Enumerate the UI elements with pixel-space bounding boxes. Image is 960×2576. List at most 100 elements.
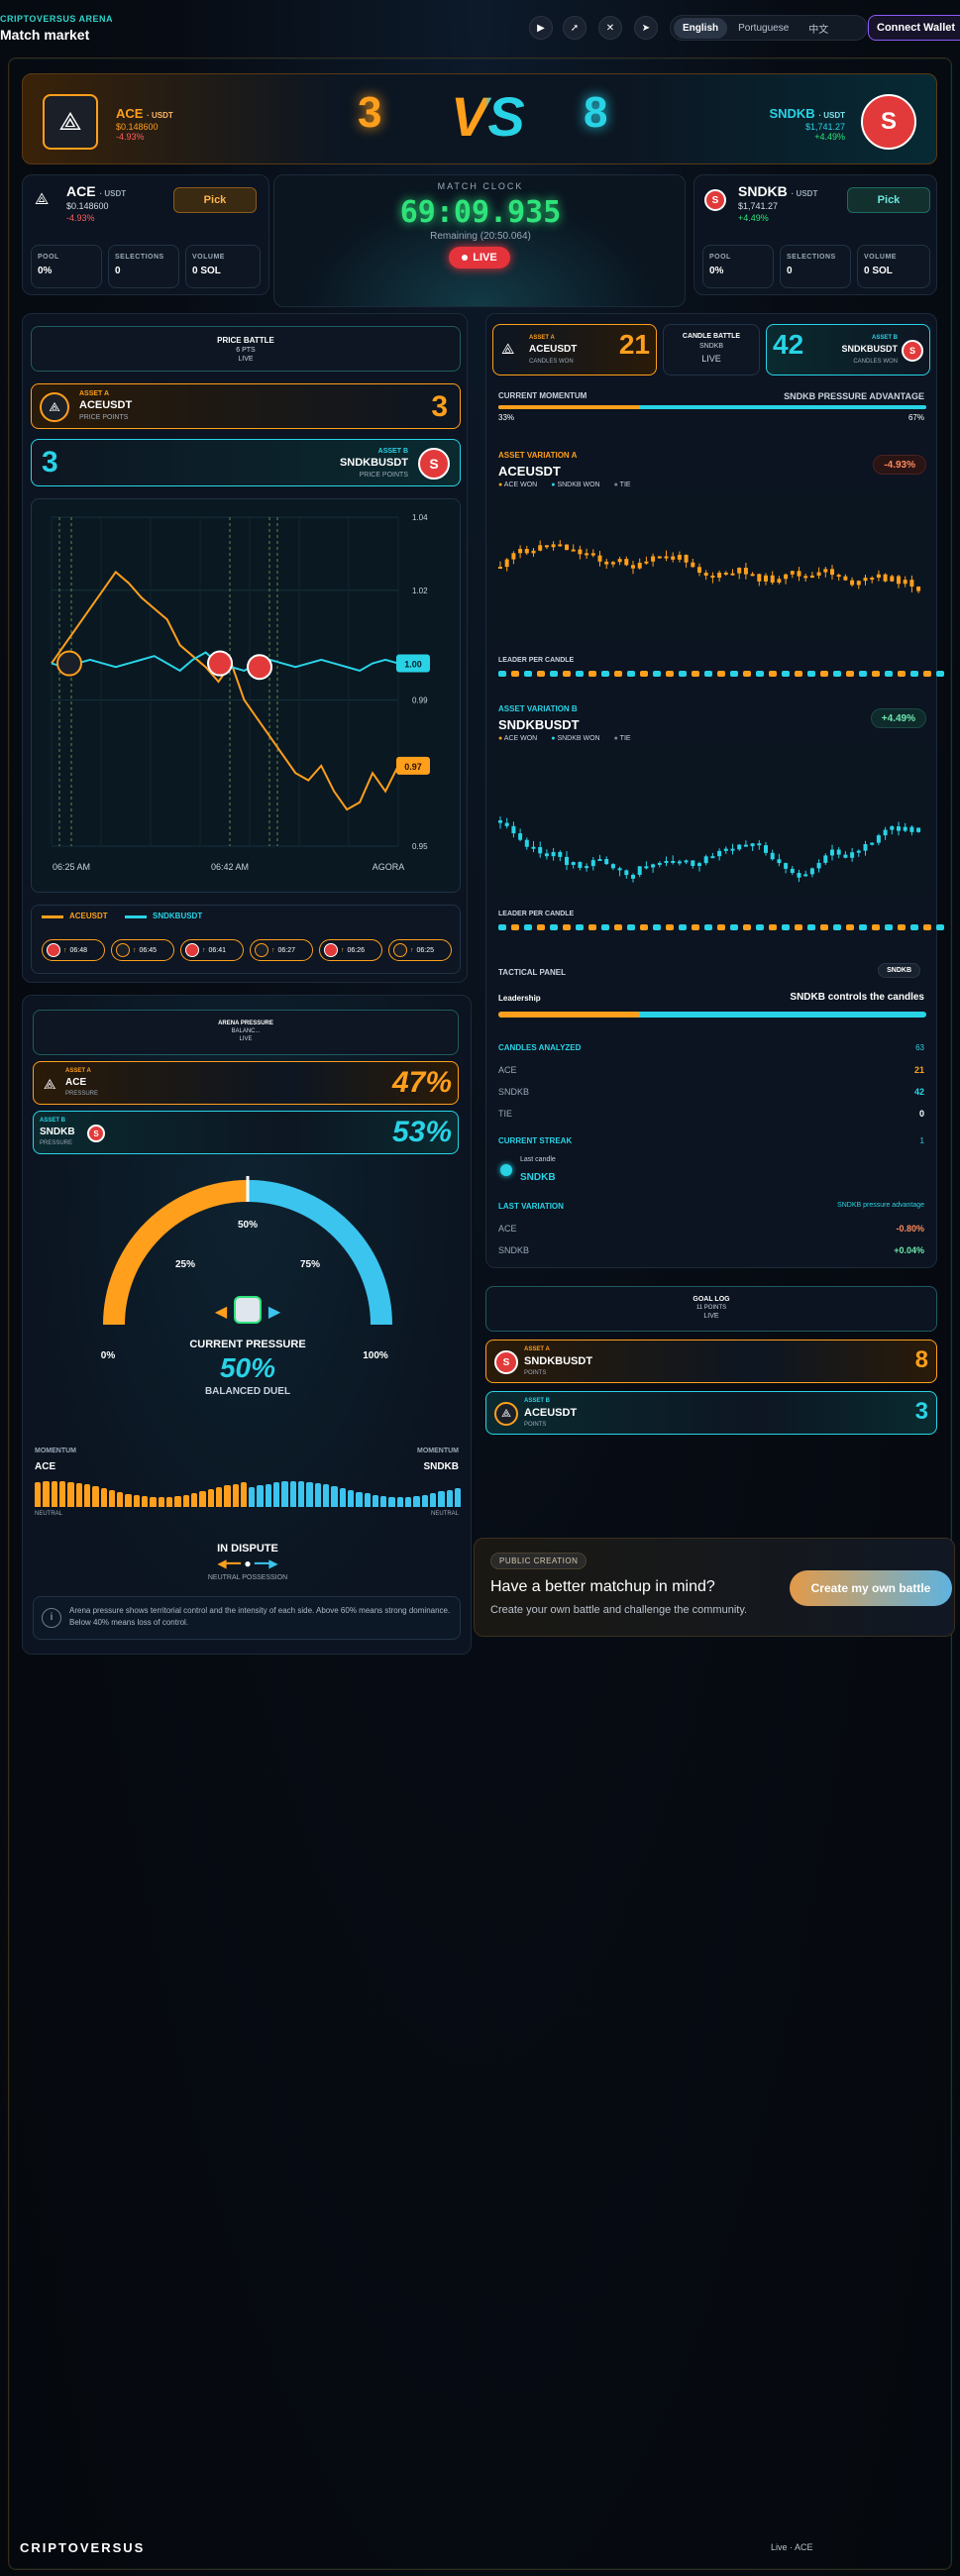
leader-dot <box>859 671 867 677</box>
goal-pill: ↑ 06:26 <box>319 939 382 961</box>
variation-b-change: +4.49% <box>870 708 926 728</box>
momentum-bar-ace <box>215 1487 223 1507</box>
leader-dot <box>537 671 545 677</box>
goal-pill-icon <box>324 943 338 957</box>
price-battle-status: LIVE <box>238 356 254 363</box>
leader-dot <box>576 924 584 930</box>
brand-label: CRIPTOVERSUS ARENA <box>0 14 114 24</box>
price-legend-card: ACEUSDT SNDKBUSDT ↑ 06:48 ↑ 06:45 ↑ 06:41 ↑ 06:… <box>31 905 461 974</box>
live-label: LIVE <box>473 252 497 264</box>
momentum-bar-ace <box>166 1497 173 1507</box>
lang-portuguese[interactable]: Portuguese <box>729 18 798 39</box>
candle-body <box>816 862 821 869</box>
price-asset-a-row: ⟁ ASSET A ACEUSDT PRICE POINTS 3 <box>31 383 461 429</box>
last-candle-label: Last candle <box>520 1156 556 1163</box>
candle-body <box>578 549 583 555</box>
arrow-up-icon: ↑ <box>410 946 414 954</box>
candle-body <box>890 576 895 582</box>
candle-b-icon: S <box>902 340 923 362</box>
clock-remaining: Remaining (20:50.064) <box>430 231 531 242</box>
ace-pool-label: POOL <box>38 254 59 261</box>
ace-logo-icon: ⟁ <box>43 94 98 150</box>
variation-b-legend: ● ACE WON ● SNDKB WON ● TIE <box>498 735 631 742</box>
sndkb-pool-value: 0% <box>709 266 724 276</box>
current-streak-value: 1 <box>919 1136 924 1145</box>
rocket-icon[interactable]: ➚ <box>563 16 587 40</box>
leader-dot <box>498 924 506 930</box>
goal-pill: ↑ 06:25 <box>388 939 452 961</box>
hero-sndkb-score: 8 <box>584 88 608 137</box>
candle-body <box>558 544 563 547</box>
last-value-b-label: 1.00 <box>404 660 422 670</box>
leader-dot <box>601 671 609 677</box>
legend-ace-won-text: ACE WON <box>503 482 538 488</box>
goal-log-header: GOAL LOG 11 POINTS LIVE <box>485 1286 937 1332</box>
ace-card-name: ACE <box>66 183 96 199</box>
candle-body <box>770 852 775 860</box>
candle-body <box>691 562 695 568</box>
goal-log-ace-sub: POINTS <box>524 1422 547 1428</box>
candle-body <box>856 581 861 586</box>
leadership-bar <box>498 1012 926 1018</box>
goal-log-sndkb-score: 8 <box>914 1346 928 1373</box>
ace-pool-box: POOL 0% <box>31 245 102 288</box>
goal-log-points: 11 POINTS <box>695 1305 727 1311</box>
leader-dot <box>704 671 712 677</box>
price-asset-b-score: 3 <box>42 446 58 479</box>
candle-body <box>803 576 808 579</box>
goal-marker-icon <box>56 650 82 677</box>
connect-wallet-button[interactable]: Connect Wallet <box>868 15 960 41</box>
gauge-label-50: 50% <box>238 1220 258 1231</box>
momentum-fill-a <box>498 405 640 409</box>
current-momentum-label: CURRENT MOMENTUM <box>498 391 587 400</box>
candle-body <box>897 576 901 585</box>
x-icon[interactable]: ✕ <box>598 16 622 40</box>
legend-b-swatch <box>125 915 147 918</box>
hero-ace-change: -4.93% <box>116 132 145 142</box>
hero-vs: VS <box>451 85 525 148</box>
candle-body <box>843 854 848 858</box>
candle-body <box>836 849 841 855</box>
create-battle-button[interactable]: Create my own battle <box>790 1570 952 1606</box>
candle-b-score: 42 <box>773 329 804 360</box>
candle-body <box>504 822 509 826</box>
candle-body <box>797 571 801 577</box>
candle-body <box>538 545 543 551</box>
goal-pill: ↑ 06:27 <box>250 939 313 961</box>
telegram-icon[interactable]: ➤ <box>634 16 658 40</box>
ace-volume-box: VOLUME 0 SOL <box>185 245 261 288</box>
candle-body <box>743 568 748 575</box>
momentum-bar-sndkb <box>257 1485 264 1507</box>
ace-card-price: $0.148600 <box>66 201 109 211</box>
momentum-bar-sndkb <box>430 1493 437 1507</box>
match-clock-panel: MATCH CLOCK 69:09.935 Remaining (20:50.0… <box>273 174 686 307</box>
youtube-icon[interactable]: ▶ <box>529 16 553 40</box>
top-bar: CRIPTOVERSUS ARENA Match market ▶ ➚ ✕ ➤ … <box>0 0 960 52</box>
footer-brand: CRIPTOVERSUS <box>20 2540 146 2555</box>
candle-a-score: 21 <box>618 329 650 360</box>
candle-body <box>809 575 814 578</box>
sndkb-pick-button[interactable]: Pick <box>847 187 930 213</box>
legend-sndkb-won-text: SNDKB WON <box>557 482 600 488</box>
ace-market-card: ⟁ ACE · USDT $0.148600 -4.93% Pick POOL 0… <box>22 174 269 295</box>
lang-english[interactable]: English <box>674 17 728 39</box>
momentum-bar-sndkb <box>413 1496 420 1507</box>
candle-body <box>903 580 907 585</box>
goal-pill-time: 06:41 <box>208 946 227 954</box>
goal-log-sndkb-sub: POINTS <box>524 1370 547 1376</box>
legend-b-ace-won: ● ACE WON <box>498 735 538 742</box>
candle-body <box>637 562 642 569</box>
lang-chinese[interactable]: 中文 <box>800 16 837 41</box>
leader-dot <box>807 924 815 930</box>
price-asset-b-icon: S <box>418 448 450 480</box>
goal-pill: ↑ 06:41 <box>180 939 244 961</box>
leader-dot <box>717 671 725 677</box>
leader-dot <box>820 671 828 677</box>
candle-body <box>697 863 701 867</box>
pressure-b-row: ASSET B SNDKB PRESSURE S 53% <box>33 1111 459 1154</box>
momentum-bar-sndkb <box>249 1487 256 1507</box>
candle-body <box>909 580 914 587</box>
candle-body <box>883 574 888 582</box>
price-battle-panel: PRICE BATTLE 6 PTS LIVE ⟁ ASSET A ACEUSD… <box>22 313 468 983</box>
ace-pick-button[interactable]: Pick <box>173 187 257 213</box>
